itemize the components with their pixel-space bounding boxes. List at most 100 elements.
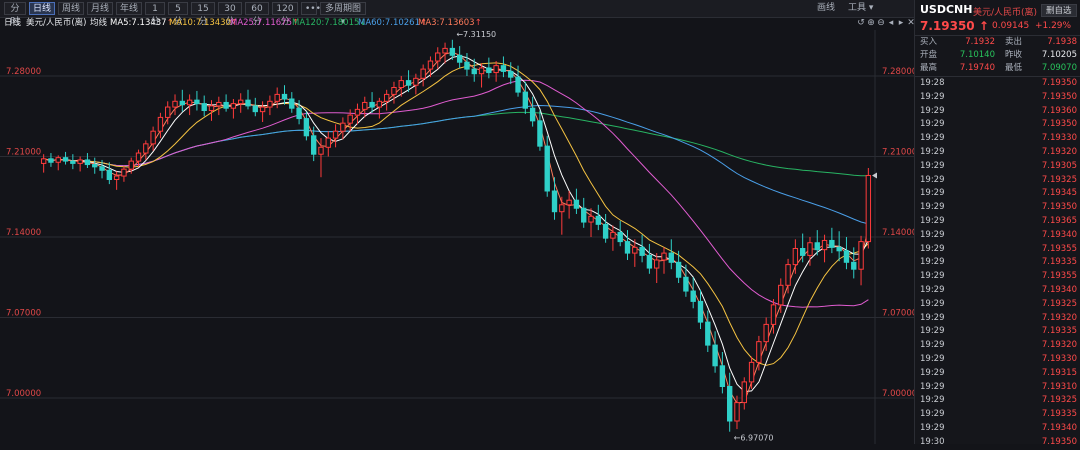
- candle-body: [588, 215, 594, 223]
- tab-8[interactable]: 15分: [191, 2, 215, 27]
- candle-body: [121, 168, 127, 177]
- candle-body: [48, 158, 54, 163]
- tick-row: 19:29 7.19350: [915, 201, 1080, 215]
- candle-body: [697, 300, 704, 323]
- tab-13[interactable]: 多周期图 ▾: [320, 2, 366, 27]
- ma-legend-bar: 日线 美元/人民币(离) 均线 MA5:7.13437↑ MA10:7.13430…: [0, 17, 914, 30]
- tab-9[interactable]: 30分: [218, 2, 242, 27]
- candle-body: [486, 67, 492, 74]
- tools-button[interactable]: 工具 ▾: [848, 2, 873, 15]
- tick-price: 7.19335: [1041, 326, 1077, 337]
- candle-body: [843, 250, 850, 263]
- candle-body: [851, 261, 857, 270]
- tick-row: 19:29 7.19355: [915, 270, 1080, 284]
- tab-5[interactable]: 年线: [116, 2, 142, 15]
- quote-row: 最高 7.19740 最低 7.09070: [915, 62, 1080, 75]
- candle-body: [303, 118, 310, 137]
- candle-body: [143, 143, 149, 154]
- candle-body: [508, 70, 514, 78]
- ma-legend-item: MA120:7.18015↓: [292, 17, 367, 30]
- candle-body: [566, 199, 572, 206]
- tick-price: 7.19305: [1041, 160, 1077, 171]
- tick-price: 7.19345: [1041, 188, 1077, 199]
- candle-body: [252, 105, 258, 113]
- candle-body: [420, 68, 426, 79]
- y-tick-label-right: 7.14000: [882, 228, 914, 238]
- ma-legend-item: MA5:7.13437↑: [110, 17, 174, 30]
- candle-body: [654, 259, 660, 269]
- change-value: 0.09145: [992, 21, 1030, 31]
- tick-time: 19:28: [920, 78, 945, 88]
- tick-price: 7.19350: [1041, 78, 1077, 88]
- tick-row: 19:29 7.19330: [915, 353, 1080, 367]
- up-arrow-icon: ↑: [474, 18, 482, 28]
- candle-body: [310, 135, 317, 155]
- tick-list: 19:28 7.19350 19:29 7.19350 19:29 7.19360 19:2…: [915, 77, 1080, 450]
- ma-legend-item: MA10:7.13430↑: [169, 17, 238, 30]
- candlestick-chart[interactable]: 7.28000 7.28000 7.21000 7.21000 7.14000 7.140…: [0, 30, 914, 444]
- candle-body: [544, 145, 550, 192]
- y-tick-label-left: 7.00000: [6, 389, 41, 399]
- candle-body: [836, 246, 842, 252]
- candle-body: [581, 207, 587, 223]
- candle-body: [770, 304, 777, 325]
- tick-price: 7.19330: [1041, 353, 1077, 364]
- candle-body: [799, 248, 806, 256]
- candle-body: [449, 47, 456, 56]
- tick-row: 19:29 7.19325: [915, 174, 1080, 188]
- tab-11[interactable]: 120分: [272, 2, 298, 27]
- zoom-in-icon[interactable]: ⊕: [866, 18, 876, 28]
- candle-body: [792, 248, 799, 266]
- tick-price: 7.19310: [1041, 381, 1077, 392]
- quote-label: 昨收: [1005, 50, 1023, 60]
- draw-line-button[interactable]: 画线: [817, 2, 835, 15]
- up-arrow-icon: ↑: [978, 19, 989, 33]
- quote-label: 开盘: [920, 50, 938, 60]
- tab-7[interactable]: 5分: [168, 2, 188, 27]
- tab-1[interactable]: 分时: [4, 2, 26, 27]
- tick-row: 19:29 7.19340: [915, 229, 1080, 243]
- tab-10[interactable]: 60分: [245, 2, 269, 27]
- candle-body: [435, 52, 441, 62]
- remove-watchlist-button[interactable]: 删自选: [1041, 4, 1077, 17]
- tab-6[interactable]: 1分: [145, 2, 165, 27]
- candle-body: [325, 137, 331, 148]
- candle-body: [354, 108, 361, 116]
- y-tick-label-left: 7.21000: [6, 148, 41, 158]
- tick-price: 7.19340: [1041, 229, 1077, 240]
- tick-time: 19:29: [920, 229, 945, 240]
- reset-icon[interactable]: ↺: [856, 18, 866, 28]
- tick-row: 19:29 7.19320: [915, 146, 1080, 160]
- candle-body: [267, 100, 273, 108]
- candle-body: [865, 174, 872, 243]
- tab-4[interactable]: 月线: [87, 2, 113, 15]
- tick-time: 19:29: [920, 381, 945, 392]
- ma-legend-item: MA60:7.10261↑: [358, 17, 427, 30]
- candle-body: [84, 159, 91, 166]
- tab-2[interactable]: 日线: [29, 2, 55, 15]
- tab-12[interactable]: •••: [301, 2, 321, 15]
- tick-price: 7.19330: [1041, 133, 1077, 144]
- candle-body: [172, 100, 178, 108]
- tick-time: 19:29: [920, 409, 945, 420]
- scroll-right-icon[interactable]: ▸: [896, 18, 906, 28]
- candle-body: [55, 157, 61, 163]
- tick-row: 19:29 7.19360: [915, 105, 1080, 119]
- candle-body: [157, 116, 164, 132]
- tick-time: 19:29: [920, 367, 945, 378]
- tick-price: 7.19355: [1041, 243, 1077, 254]
- scroll-left-icon[interactable]: ◂: [886, 18, 896, 28]
- y-tick-label-right: 7.21000: [882, 148, 914, 158]
- tick-time: 19:29: [920, 105, 945, 116]
- quote-label: 最低: [1005, 63, 1023, 73]
- quote-value: 7.19740: [959, 63, 995, 73]
- candle-body: [705, 321, 711, 346]
- tick-row: 19:29 7.19315: [915, 367, 1080, 381]
- zoom-out-icon[interactable]: ⊖: [876, 18, 886, 28]
- tab-3[interactable]: 周线: [58, 2, 84, 15]
- candle-body: [238, 99, 244, 105]
- candle-body: [763, 323, 769, 343]
- candle-body: [814, 242, 820, 251]
- candle-body: [734, 402, 740, 422]
- candle-body: [340, 122, 346, 132]
